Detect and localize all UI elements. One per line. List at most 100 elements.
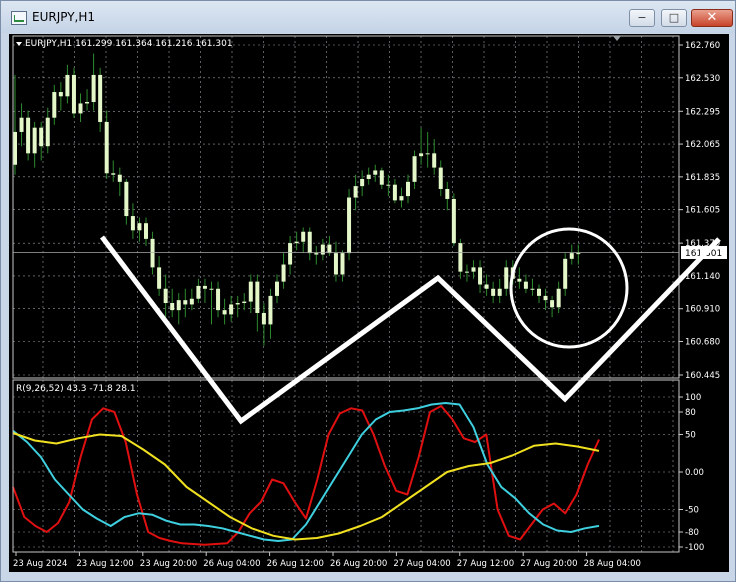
candle-body [569,253,574,259]
candle-body [45,117,50,147]
candle-body [307,231,312,254]
candle-body [196,285,201,299]
time-axis: 23 Aug 2024 23 Aug 12:00 23 Aug 20:00 26 Au… [13,552,641,569]
price-tick-label: 161.605 [685,206,720,216]
candle-body [235,303,240,305]
candle-body [517,278,522,282]
candle-body [176,300,181,311]
indicator-tick-label: 0.00 [685,468,704,478]
candle-body [275,281,279,296]
candle-body [360,178,365,187]
candle-body [65,74,70,97]
candle-body [242,301,247,304]
close-button[interactable]: ✕ [691,9,733,27]
time-tick-label: 27 Aug 12:00 [457,559,514,569]
candle-body [530,288,535,290]
price-tick-label: 160.680 [685,338,720,348]
time-tick-label: 26 Aug 20:00 [330,559,387,569]
price-header: EURJPY,H1 161.299 161.364 161.216 161.30… [25,39,233,49]
title-bar[interactable]: EURJPY,H1 − □ ✕ [1,1,735,33]
candle-body [124,181,129,217]
candle-body [386,184,391,186]
candle-body [458,243,463,272]
price-tick-label: 161.140 [685,272,720,282]
candle-body [556,288,561,308]
candle-body [222,310,227,315]
candle-body [163,288,168,304]
candle-body [327,244,332,254]
time-tick-label: 26 Aug 12:00 [267,559,324,569]
candle-body [294,241,299,244]
candle-body [392,184,397,201]
window-title: EURJPY,H1 [32,10,96,24]
candle-body [26,117,31,154]
indicator-tick-label: -80 [685,528,699,538]
candle-body [399,196,404,201]
candles [13,53,581,346]
price-tick-label: 161.835 [685,173,720,183]
indicator-axis: 100 80 50 0.00 -50 -80 -100 [679,393,704,553]
candle-body [432,153,437,168]
candle-body [347,197,352,254]
chart-shift-icon [613,36,621,41]
chart-canvas[interactable]: EURJPY,H1 161.299 161.364 161.216 161.30… [9,34,729,572]
candle-body [157,267,162,289]
candle-body [78,103,83,114]
candle-body [451,198,456,244]
maximize-icon: □ [668,11,680,24]
minimize-icon: − [637,11,647,24]
time-tick-label: 23 Aug 12:00 [76,559,133,569]
candle-body [202,285,207,289]
minimize-button[interactable]: − [629,9,655,27]
indicator-header: R(9,26,52) 43.3 -71.8 28.1 [16,384,136,394]
candle-body [464,271,469,273]
candle-body [373,170,378,175]
candle-body [301,231,306,242]
candle-body [543,295,548,301]
candle-body [19,117,24,132]
header-dropdown-icon[interactable] [16,42,22,46]
indicator-grid [13,380,679,552]
indicator-lines [12,402,600,546]
candle-body [255,281,260,313]
candle-body [438,167,443,189]
candle-body [497,288,502,296]
candle-body [39,127,44,147]
price-tick-label: 162.760 [685,41,720,51]
time-tick-label: 27 Aug 04:00 [393,559,450,569]
candle-body [425,153,430,155]
indicator-panel-border [12,379,680,553]
candle-body [98,74,103,122]
candle-body [576,253,581,255]
indicator-line-cyan [12,402,600,542]
candle-body [484,284,489,289]
price-tick-label: 162.530 [685,74,720,84]
candle-body [406,181,410,197]
indicator-tick-label: 100 [685,393,701,403]
candle-body [445,188,450,199]
candle-body [320,244,325,255]
price-tick-label: 160.445 [685,371,720,381]
candle-body [550,300,555,308]
candle-body [491,288,496,296]
candle-body [52,92,57,118]
candle-body [130,216,135,231]
candle-body [13,131,17,165]
candle-body [111,173,116,175]
candle-body [32,127,37,154]
maximize-button[interactable]: □ [661,9,687,27]
time-tick-label: 28 Aug 04:00 [584,559,641,569]
circle-marker [509,227,629,349]
candle-body [333,253,338,275]
candle-body [412,156,417,182]
chart-window: EURJPY,H1 − □ ✕ EURJPY,H1 161.299 161.36… [0,0,736,582]
candle-body [268,295,273,325]
candle-body [91,74,96,103]
chart-app-icon [11,11,27,25]
time-tick-label: 27 Aug 20:00 [520,559,577,569]
candle-body [150,238,155,268]
close-icon: ✕ [706,10,718,25]
candle-body [58,92,63,97]
indicator-tick-label: -50 [685,506,699,516]
chart-area[interactable]: EURJPY,H1 161.299 161.364 161.216 161.30… [9,34,729,572]
